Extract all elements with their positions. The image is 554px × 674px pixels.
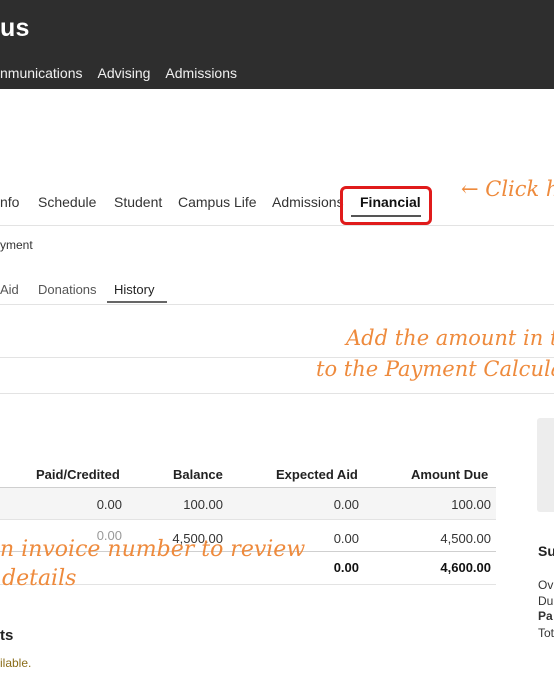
summary-line: Tot bbox=[538, 626, 554, 640]
row2-amount-due: 4,500.00 bbox=[440, 531, 491, 546]
tab-campus-life[interactable]: Campus Life bbox=[178, 194, 257, 210]
total-expected-aid: 0.00 bbox=[333, 560, 359, 575]
summary-title: Su bbox=[538, 543, 554, 559]
row1-amount-due: 100.00 bbox=[451, 497, 491, 512]
summary-line: Pa bbox=[538, 609, 553, 623]
subtab-donations[interactable]: Donations bbox=[38, 282, 97, 297]
annotation-add-amount-line1: Add the amount in thi bbox=[346, 326, 554, 350]
row1-expected-aid: 0.00 bbox=[333, 497, 359, 512]
tab-student[interactable]: Student bbox=[114, 194, 162, 210]
highlight-box bbox=[340, 186, 432, 225]
nav-communications[interactable]: nmunications bbox=[0, 65, 83, 81]
annotation-add-amount-line2: to the Payment Calcula bbox=[316, 357, 554, 381]
col-header-balance: Balance bbox=[173, 467, 223, 482]
page-subtitle: yment bbox=[0, 238, 33, 252]
payment-calculator-panel bbox=[537, 418, 554, 512]
annotation-invoice-line2: details bbox=[2, 566, 77, 591]
nav-admissions[interactable]: Admissions bbox=[165, 65, 237, 81]
col-header-paid-credited: Paid/Credited bbox=[36, 467, 120, 482]
table-row[interactable] bbox=[0, 488, 496, 519]
section-title: ts bbox=[0, 627, 14, 644]
col-header-amount-due: Amount Due bbox=[411, 467, 489, 482]
row1-balance: 100.00 bbox=[183, 497, 223, 512]
divider bbox=[0, 519, 496, 520]
top-nav: nmunications Advising Admissions bbox=[0, 65, 237, 81]
divider bbox=[0, 393, 554, 394]
tab-schedule[interactable]: Schedule bbox=[38, 194, 96, 210]
divider bbox=[0, 357, 554, 358]
total-amount-due: 4,600.00 bbox=[440, 560, 491, 575]
divider bbox=[0, 304, 554, 305]
nav-advising[interactable]: Advising bbox=[98, 65, 151, 81]
subtab-history[interactable]: History bbox=[114, 282, 154, 297]
tab-info[interactable]: nfo bbox=[0, 194, 19, 210]
summary-line: Ov bbox=[538, 578, 554, 592]
annotation-invoice-line1: n invoice number to review bbox=[0, 537, 306, 562]
annotation-click-here: ← Click h bbox=[461, 177, 554, 201]
row1-paid: 0.00 bbox=[96, 497, 122, 512]
app-title: us bbox=[0, 14, 30, 42]
row2-expected-aid: 0.00 bbox=[333, 531, 359, 546]
active-subtab-indicator bbox=[107, 301, 167, 303]
section-note: ilable. bbox=[0, 656, 32, 670]
col-header-expected-aid: Expected Aid bbox=[276, 467, 358, 482]
divider bbox=[0, 225, 554, 226]
summary-line: Du bbox=[538, 594, 554, 608]
subtab-aid[interactable]: Aid bbox=[0, 282, 19, 297]
top-header: us nmunications Advising Admissions bbox=[0, 0, 554, 89]
tab-admissions[interactable]: Admissions bbox=[272, 194, 344, 210]
